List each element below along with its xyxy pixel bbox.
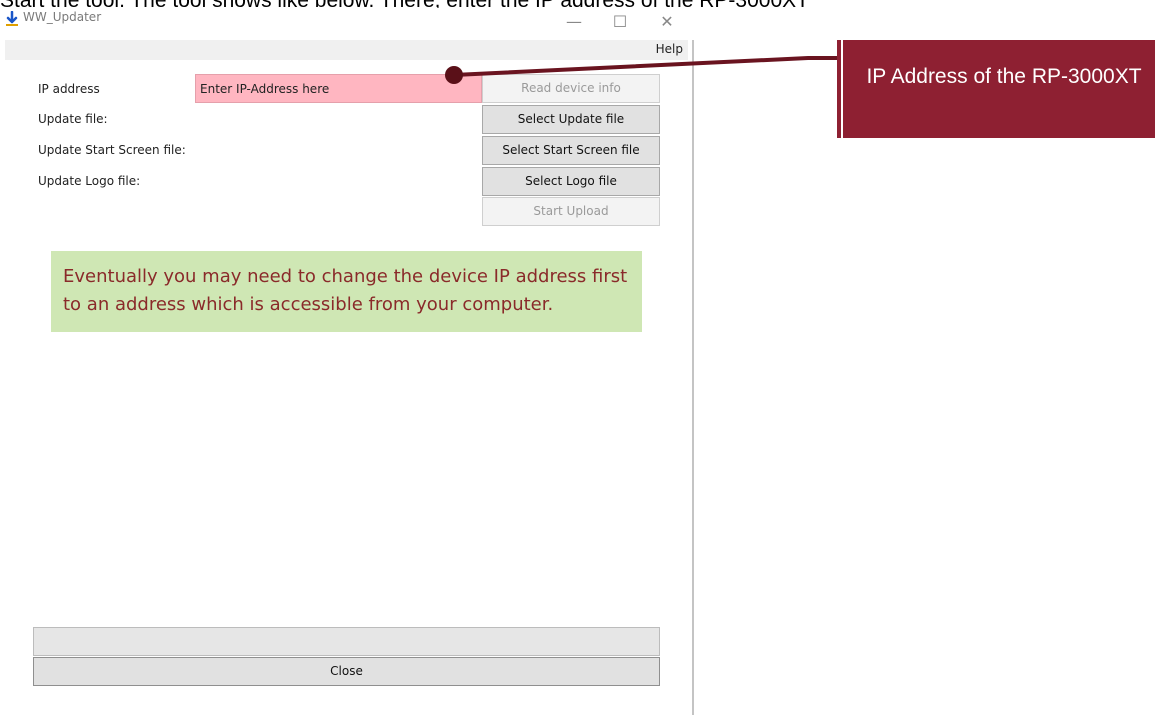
window-edge bbox=[692, 40, 694, 715]
ip-address-label: IP address bbox=[38, 82, 100, 96]
select-update-file-button[interactable]: Select Update file bbox=[482, 105, 660, 134]
close-button[interactable]: Close bbox=[33, 657, 660, 686]
close-window-button[interactable]: ✕ bbox=[648, 8, 686, 36]
menu-bar: Help bbox=[5, 40, 688, 60]
menu-item-help[interactable]: Help bbox=[656, 42, 683, 56]
callout-text: IP Address of the RP-3000XT bbox=[866, 65, 1142, 88]
window-title: WW_Updater bbox=[23, 10, 102, 24]
ip-address-callout: IP Address of the RP-3000XT bbox=[837, 40, 1155, 138]
app-window: WW_Updater — ☐ ✕ Help IP address Read de… bbox=[0, 8, 693, 715]
read-device-info-button[interactable]: Read device info bbox=[482, 74, 660, 103]
ip-address-note: Eventually you may need to change the de… bbox=[51, 251, 642, 332]
update-file-label: Update file: bbox=[38, 112, 108, 126]
download-arrow-icon bbox=[6, 11, 18, 26]
minimize-button[interactable]: — bbox=[555, 8, 593, 36]
start-upload-button[interactable]: Start Upload bbox=[482, 197, 660, 226]
maximize-button[interactable]: ☐ bbox=[601, 8, 639, 36]
upload-progress-bar bbox=[33, 627, 660, 656]
select-start-screen-file-button[interactable]: Select Start Screen file bbox=[482, 136, 660, 165]
ip-address-input[interactable] bbox=[195, 74, 482, 103]
select-logo-file-button[interactable]: Select Logo file bbox=[482, 167, 660, 196]
start-screen-file-label: Update Start Screen file: bbox=[38, 143, 186, 157]
title-bar: WW_Updater — ☐ ✕ bbox=[0, 8, 693, 40]
callout-stripe bbox=[841, 40, 843, 138]
logo-file-label: Update Logo file: bbox=[38, 174, 141, 188]
